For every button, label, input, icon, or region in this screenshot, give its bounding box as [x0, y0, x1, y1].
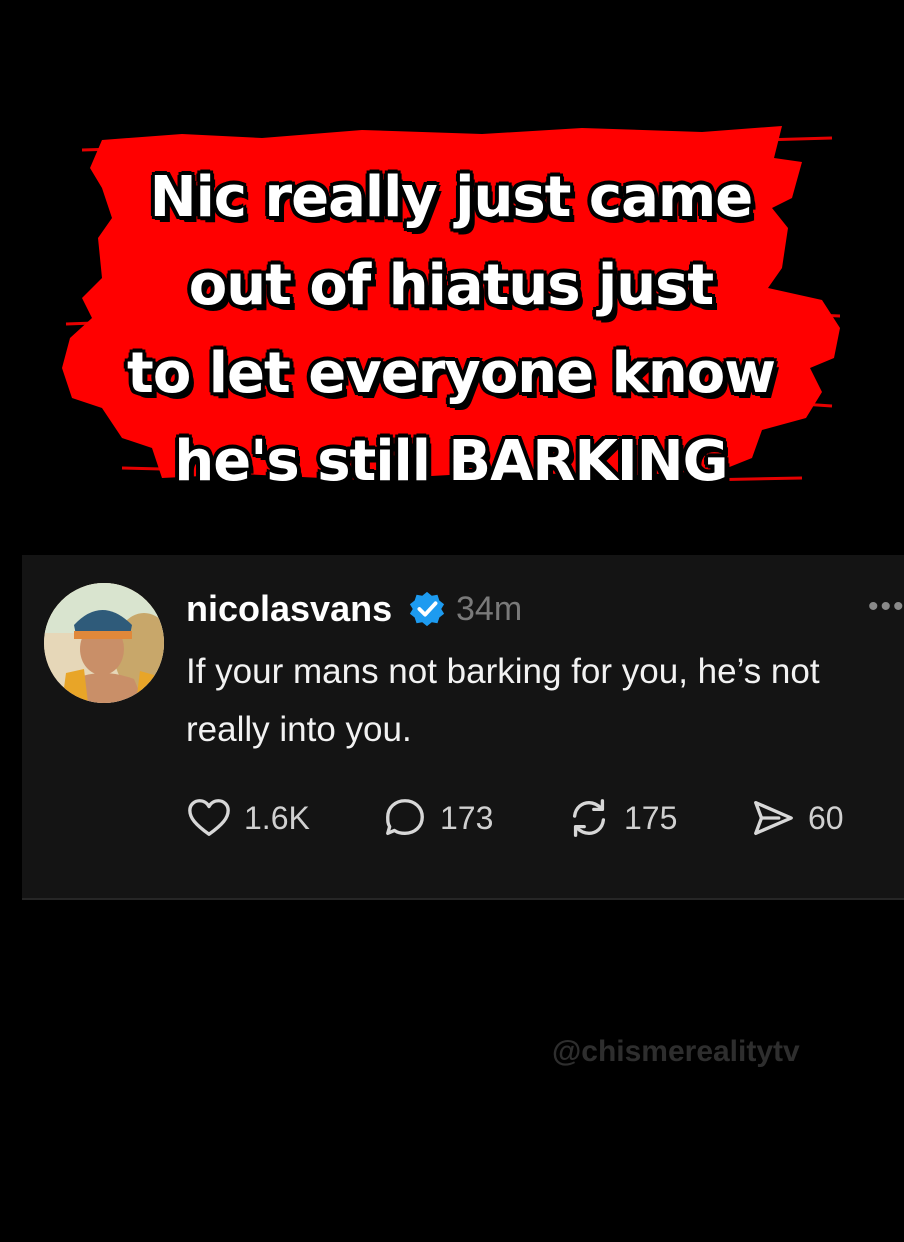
- headline-line-4: he's still BARKING: [174, 429, 728, 494]
- like-count: 1.6K: [244, 800, 310, 836]
- avatar[interactable]: [44, 583, 164, 703]
- send-icon: [754, 800, 793, 836]
- reply-count: 173: [440, 800, 494, 836]
- headline-line-2: out of hiatus just: [188, 253, 714, 318]
- repost-button[interactable]: 175: [566, 793, 677, 843]
- headline-banner: Nic really just came out of hiatus just …: [62, 118, 840, 518]
- headline-text: Nic really just came out of hiatus just …: [62, 154, 840, 506]
- headline-line-1: Nic really just came: [149, 165, 754, 230]
- comment-icon: [386, 799, 424, 836]
- post-text: If your mans not barking for you, he’s n…: [186, 652, 820, 749]
- post-card[interactable]: nicolasvans 34m ••• If your mans not bar…: [22, 555, 904, 900]
- watermark: @chismerealitytv: [552, 1035, 800, 1068]
- headline-line-3: to let everyone know: [127, 341, 776, 406]
- share-button[interactable]: 60: [750, 793, 844, 843]
- reply-button[interactable]: 173: [382, 793, 493, 843]
- more-horizontal-icon[interactable]: •••: [868, 592, 904, 622]
- post-actions: 1.6K 173 175 60: [186, 793, 886, 843]
- share-count: 60: [808, 800, 844, 836]
- like-button[interactable]: 1.6K: [186, 793, 310, 843]
- repost-count: 175: [624, 800, 678, 836]
- heart-icon: [188, 799, 230, 836]
- repost-icon: [572, 799, 606, 837]
- verified-badge-icon: [409, 591, 445, 627]
- post-timestamp: 34m: [456, 590, 523, 628]
- username[interactable]: nicolasvans: [186, 587, 392, 631]
